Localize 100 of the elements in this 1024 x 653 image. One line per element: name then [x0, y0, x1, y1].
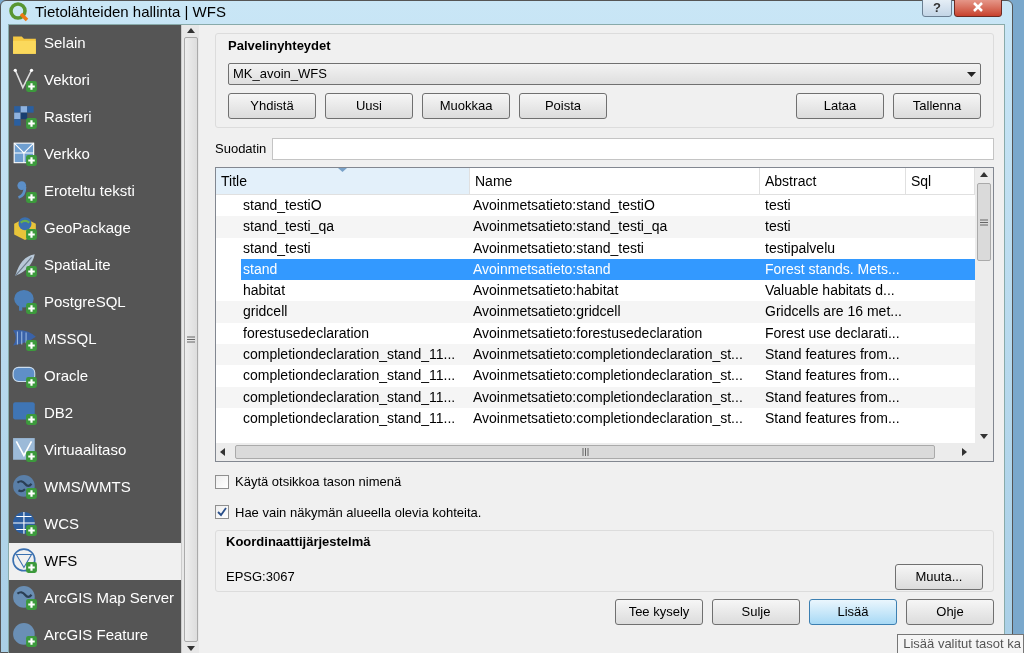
connection-button[interactable]: Muokkaa	[422, 93, 510, 119]
sidebar-item[interactable]: WMS/WMTS	[9, 468, 181, 506]
table-cell-text: forestusedeclaration	[242, 323, 371, 343]
filter-label: Suodatin	[215, 140, 267, 159]
checkbox[interactable]	[215, 474, 229, 489]
column-header[interactable]: Name	[470, 168, 760, 194]
window-title: Tietolähteiden hallinta | WFS	[35, 2, 226, 22]
sidebar-item[interactable]: DB2	[9, 394, 181, 432]
table-cell: Forest stands. Mets...	[760, 258, 975, 281]
sidebar-item[interactable]: Rasteri	[9, 98, 181, 136]
sidebar-item[interactable]: PostgreSQL	[9, 283, 181, 321]
table-cell-text: testipalvelu	[764, 238, 837, 258]
sidebar-item[interactable]: WFS	[9, 542, 181, 580]
change-crs-button[interactable]: Muuta...	[895, 563, 983, 590]
table-cell-text: completiondeclaration_stand_11...	[242, 366, 457, 386]
tooltip: Lisää valitut tasot ka	[897, 634, 1024, 653]
scroll-down-icon	[186, 645, 195, 652]
grip-icon	[980, 218, 988, 226]
sidebar-item[interactable]: ArcGIS Map Server	[9, 579, 181, 617]
sidebar-item[interactable]: Selain	[9, 24, 181, 62]
table-cell-text: completiondeclaration_stand_11...	[242, 345, 457, 365]
scroll-right-icon	[962, 448, 967, 456]
sidebar-item[interactable]: Eroteltu teksti	[9, 172, 181, 210]
raster-grid-icon	[12, 104, 38, 130]
table-cell-text: testi	[764, 196, 792, 215]
table-cell-text: Stand features from...	[764, 408, 901, 428]
connection-button[interactable]: Uusi	[325, 93, 413, 119]
sidebar-item[interactable]: Vektori	[9, 61, 181, 99]
app-logo-icon	[9, 2, 29, 23]
connection-button[interactable]: Poista	[519, 93, 607, 119]
connection-button[interactable]: Tallenna	[893, 93, 981, 119]
filter-field[interactable]	[272, 138, 994, 160]
sidebar-item[interactable]: ArcGIS Feature	[9, 616, 181, 653]
mesh-icon	[12, 141, 38, 167]
table-cell: stand	[241, 258, 470, 281]
checkbox[interactable]	[215, 505, 229, 520]
checkbox-label: Hae vain näkymän alueella olevia kohteita.	[235, 503, 482, 522]
table-cell-text: stand_testi	[242, 238, 312, 258]
scroll-thumb[interactable]	[235, 445, 935, 459]
table-cell-text: Avoinmetsatieto:completiondeclaration_st...	[472, 387, 744, 407]
column-header[interactable]: Title	[216, 168, 470, 194]
table-cell-text: habitat	[242, 281, 287, 301]
table-row[interactable]: stand_testi_qa Avoinmetsatieto:stand_testi_qa testi	[216, 216, 975, 238]
feather-icon	[12, 252, 38, 278]
dialog-button[interactable]: Sulje	[712, 599, 800, 625]
scroll-up-icon	[186, 26, 195, 33]
table-cell-text: testi	[764, 217, 792, 237]
group-title: Koordinaattijärjestelmä	[226, 533, 372, 551]
geopackage-box-icon	[12, 215, 38, 241]
sidebar-item[interactable]: GeoPackage	[9, 209, 181, 247]
vector-line-icon	[12, 67, 38, 93]
table-row[interactable]: gridcell Avoinmetsatieto:gridcell Gridcells are 16 met...	[216, 301, 975, 323]
scroll-down-icon	[980, 434, 988, 439]
checkmark-icon	[217, 507, 227, 518]
table-cell-text: Avoinmetsatieto:stand_testi_qa	[472, 217, 669, 237]
checkbox-label: Käytä otsikkoa tason nimenä	[235, 473, 402, 491]
globe-network-icon	[12, 548, 38, 574]
table-cell-text: Valuable habitats d...	[764, 281, 896, 301]
sidebar-item[interactable]: SpatiaLite	[9, 246, 181, 284]
table-row[interactable]: completiondeclaration_stand_11... Avoinmetsatieto:completiondeclaration_st... Stand features from...	[216, 386, 975, 408]
sidebar-item[interactable]: MSSQL	[9, 320, 181, 358]
sidebar-item[interactable]: WCS	[9, 505, 181, 543]
table-cell-text: Avoinmetsatieto:completiondeclaration_st...	[472, 408, 744, 428]
column-header[interactable]: Abstract	[760, 168, 906, 194]
table-cell: Avoinmetsatieto:stand	[470, 258, 760, 281]
connection-button[interactable]: Yhdistä	[228, 93, 316, 119]
table-cell-text: completiondeclaration_stand_11...	[242, 387, 457, 407]
table-cell-text: Gridcells are 16 met...	[764, 302, 903, 322]
grip-icon	[186, 335, 195, 343]
scroll-up-icon	[980, 172, 988, 177]
table-cell-text: Avoinmetsatieto:habitat	[472, 281, 620, 301]
table-scrollbar[interactable]	[975, 168, 993, 443]
sidebar-item[interactable]: Oracle	[9, 357, 181, 395]
table-cell-text: Avoinmetsatieto:stand_testiO	[472, 196, 656, 215]
connection-dropdown[interactable]: MK_avoin_WFS	[228, 63, 981, 85]
close-icon	[972, 1, 984, 14]
help-button[interactable]: ?	[922, 0, 952, 18]
table-cell-text: Avoinmetsatieto:completiondeclaration_st...	[472, 345, 744, 365]
sidebar-item[interactable]: Verkko	[9, 135, 181, 173]
table-cell-text: Avoinmetsatieto:completiondeclaration_st...	[472, 366, 744, 386]
crs-value: EPSG:3067	[226, 567, 296, 586]
close-button[interactable]	[954, 0, 1002, 18]
connection-button[interactable]: Lataa	[796, 93, 884, 119]
table-cell-text: Avoinmetsatieto:gridcell	[472, 302, 622, 322]
scroll-thumb[interactable]	[183, 36, 198, 642]
dialog-button[interactable]: Ohje	[906, 599, 994, 625]
table-cell-text: Stand features from...	[764, 366, 901, 386]
sidebar-item[interactable]: Virtuaalitaso	[9, 431, 181, 469]
table-cell-text: Stand features from...	[764, 387, 901, 407]
table-cell-text: Forest use declarati...	[764, 323, 901, 343]
table-cell-text: Avoinmetsatieto:forestusedeclaration	[472, 323, 704, 343]
scroll-thumb[interactable]	[977, 183, 991, 261]
horizontal-scrollbar[interactable]	[216, 443, 993, 461]
dialog-button[interactable]: Tee kysely	[615, 599, 703, 625]
table-row[interactable]: completiondeclaration_stand_11... Avoinmetsatieto:completiondeclaration_st... Stand features from...	[216, 344, 975, 366]
table-cell-text: completiondeclaration_stand_11...	[242, 408, 457, 428]
scroll-left-icon	[220, 448, 225, 456]
sidebar-scrollbar[interactable]	[181, 24, 199, 653]
dialog-button[interactable]: Lisää	[809, 599, 897, 625]
dropdown-caret-icon	[967, 71, 976, 77]
